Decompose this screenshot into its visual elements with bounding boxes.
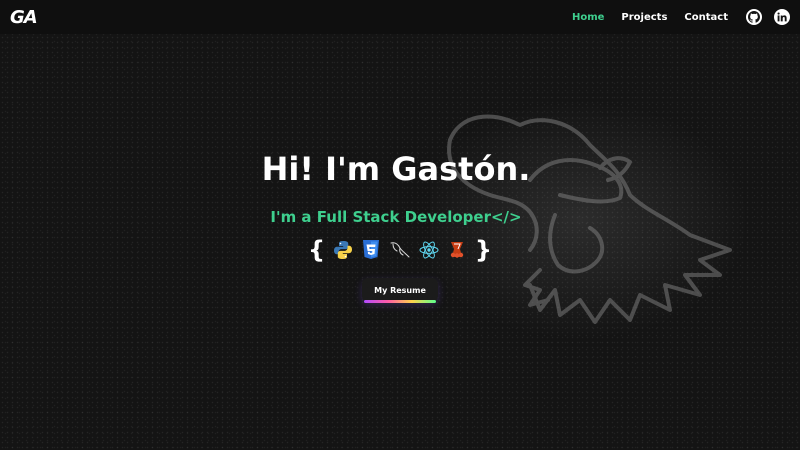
nav-home[interactable]: Home (572, 12, 604, 23)
nav-contact[interactable]: Contact (684, 12, 728, 23)
brace-open: { (308, 236, 326, 264)
hero-subtitle: I'm a Full Stack Developer</> (270, 208, 522, 226)
nav-links: Home Projects Contact (555, 9, 790, 25)
brace-close: } (474, 236, 492, 264)
jest-icon (446, 239, 468, 261)
navbar: GA Home Projects Contact (0, 0, 800, 34)
page: GA Home Projects Contact Hi! I'm Gastón.… (0, 0, 800, 450)
hero-title: Hi! I'm Gastón. (261, 150, 531, 188)
github-icon[interactable] (746, 9, 762, 25)
linkedin-icon[interactable] (774, 9, 790, 25)
nav-projects[interactable]: Projects (621, 12, 667, 23)
react-icon (418, 239, 440, 261)
python-icon (332, 239, 354, 261)
resume-button[interactable]: My Resume (362, 278, 438, 302)
tech-stack: {} (308, 236, 492, 264)
logo[interactable]: GA (10, 7, 38, 28)
resume-button-gradient (364, 300, 436, 303)
css3-icon (360, 239, 382, 261)
mysql-icon (389, 239, 411, 261)
